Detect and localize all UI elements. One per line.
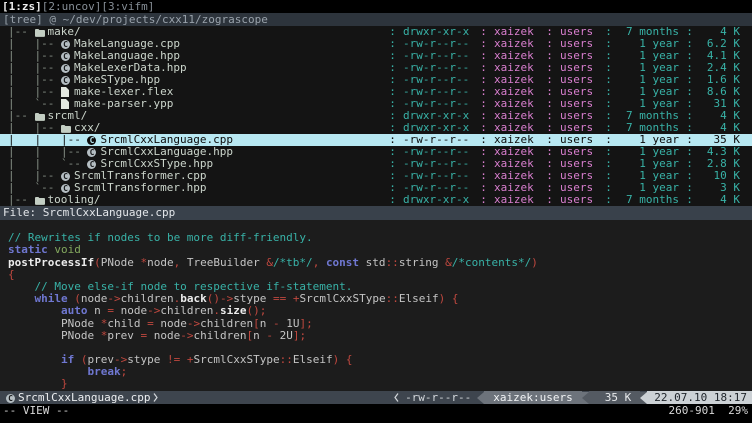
current-path: [tree] @ ~/dev/projects/cxx11/zograscope	[3, 13, 268, 26]
tmux-window[interactable]: [3:vifm]	[101, 0, 154, 13]
tmux-status-bar: [1:zs][2:uncov][3:vifm]	[0, 0, 752, 13]
file-group: users	[560, 194, 598, 206]
c-language-icon: C	[6, 391, 15, 404]
c-lang-icon: C	[61, 40, 74, 49]
powerline-separator-icon	[640, 392, 647, 404]
file-name: tooling/	[48, 194, 101, 206]
c-lang-icon: C	[87, 160, 100, 169]
status-bar: C SrcmlCxxLanguage.cpp -rw-r--r-- xaizek…	[0, 391, 752, 404]
status-datetime: 22.07.10 18:17	[647, 391, 752, 404]
file-tree: |-- make/ :drwxr-xr-x:xaizek:users:7 mon…	[0, 26, 752, 206]
c-lang-icon: C	[61, 52, 74, 61]
folder-icon	[35, 196, 48, 205]
command-line-bar: -- VIEW -- 260-901 29%	[0, 404, 752, 418]
code-preview: // Rewrites if nodes to be more diff-fri…	[0, 220, 752, 391]
preview-file-label: File: SrcmlCxxLanguage.cpp	[3, 206, 175, 219]
code-line: }	[8, 378, 752, 390]
folder-icon	[61, 124, 74, 133]
doc-icon	[61, 87, 74, 97]
chevron-right-icon	[152, 392, 159, 403]
column-separator: :	[539, 194, 560, 206]
code-line: PNode *prev = node->children[n - 2U];	[8, 330, 752, 342]
doc-icon	[61, 99, 74, 109]
status-filename: SrcmlCxxLanguage.cpp	[18, 391, 150, 404]
column-separator: :	[679, 194, 700, 206]
c-lang-icon: C	[61, 76, 74, 85]
column-separator: :	[473, 194, 494, 206]
status-permissions: -rw-r--r--	[402, 391, 477, 404]
chevron-left-icon	[393, 392, 400, 403]
file-age: 7 months	[619, 194, 679, 206]
column-separator: :	[598, 194, 619, 206]
powerline-separator-icon	[477, 392, 484, 404]
code-line: break;	[8, 366, 752, 378]
code-line: // Rewrites if nodes to be more diff-fri…	[8, 232, 752, 244]
code-line: postProcessIf(PNode *node, TreeBuilder &…	[8, 257, 752, 269]
folder-icon	[35, 28, 48, 37]
ruler: 260-901 29%	[669, 404, 748, 418]
file-attributes: :drwxr-xr-x:xaizek:users:7 months:4 K	[382, 194, 740, 206]
c-lang-icon: C	[61, 172, 74, 181]
status-owner: xaizek:users	[484, 391, 581, 404]
terminal-screen: [1:zs][2:uncov][3:vifm] [tree] @ ~/dev/p…	[0, 0, 752, 423]
file-permissions: drwxr-xr-x	[403, 194, 473, 206]
folder-icon	[35, 112, 48, 121]
powerline-separator-icon	[582, 392, 589, 404]
c-lang-icon: C	[61, 64, 74, 73]
c-lang-icon: C	[87, 136, 100, 145]
file-name: make-parser.ypp	[74, 98, 173, 110]
status-file-size: 35 K	[589, 391, 641, 404]
file-size: 4 K	[700, 194, 740, 206]
tree-branch: |--	[8, 194, 35, 206]
file-divider-bar: File: SrcmlCxxLanguage.cpp	[0, 206, 752, 220]
tree-row[interactable]: |-- tooling/ :drwxr-xr-x:xaizek:users:7 …	[0, 194, 752, 206]
file-owner: xaizek	[494, 194, 539, 206]
column-separator: :	[382, 194, 403, 206]
c-lang-icon: C	[87, 148, 100, 157]
tmux-window[interactable]: [2:uncov]	[42, 0, 102, 13]
mode-indicator: -- VIEW --	[3, 404, 69, 418]
tmux-window[interactable]: [1:zs]	[2, 0, 42, 13]
c-lang-icon: C	[61, 184, 74, 193]
